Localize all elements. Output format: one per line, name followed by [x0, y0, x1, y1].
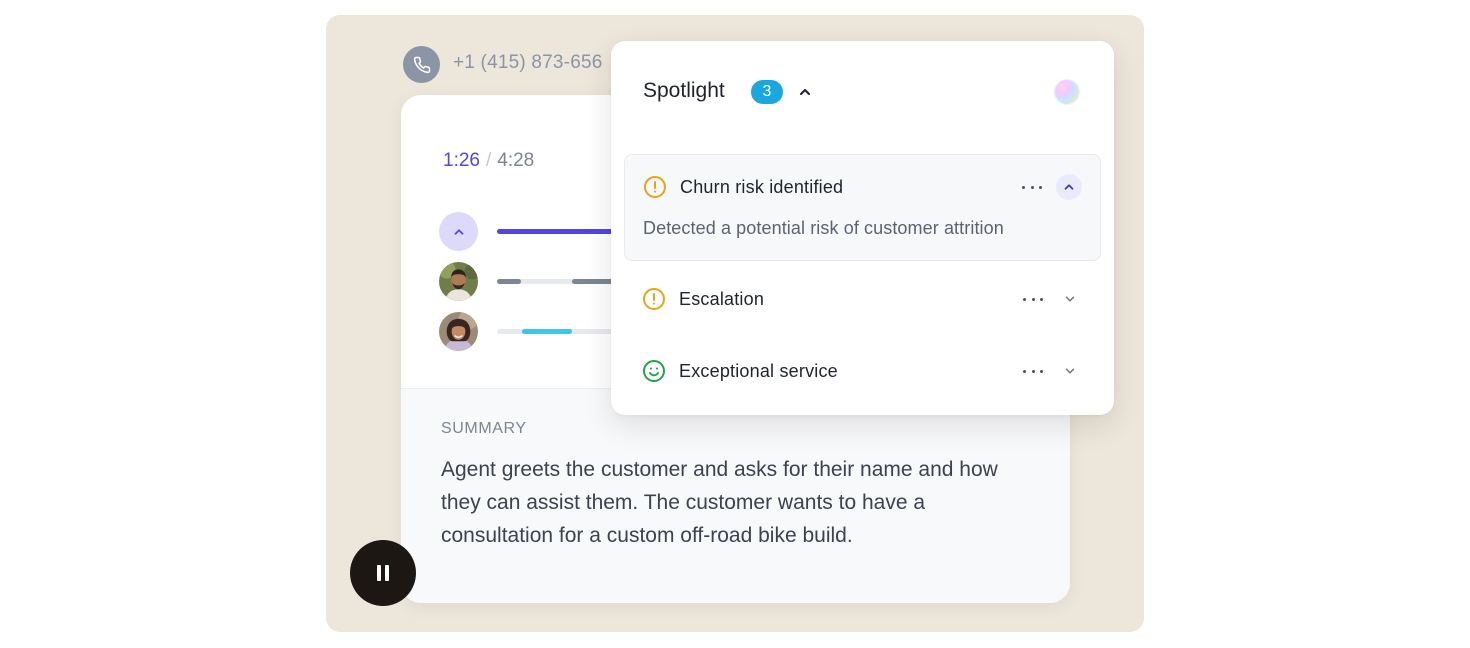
smile-icon: [643, 360, 665, 382]
expand-item-button[interactable]: [1057, 286, 1083, 312]
phone-icon: [403, 46, 440, 83]
chevron-up-icon: [454, 228, 463, 235]
chevron-down-icon: [1065, 368, 1075, 374]
expand-item-button[interactable]: [1057, 358, 1083, 384]
playback-time: 1:26/4:28: [443, 150, 534, 172]
current-time: 1:26: [443, 150, 480, 171]
agent-avatar: [439, 262, 478, 301]
spotlight-item-churn-risk[interactable]: Churn risk identified Detected a potenti…: [624, 154, 1101, 261]
more-options-icon[interactable]: [1022, 179, 1042, 195]
alert-circle-icon: [644, 176, 666, 198]
spotlight-item-title: Escalation: [679, 288, 765, 309]
total-time: 4:28: [497, 150, 535, 171]
spotlight-panel: Spotlight 3 Churn risk identified Detect…: [611, 41, 1114, 415]
customer-avatar: [439, 312, 478, 351]
spotlight-item-title: Churn risk identified: [680, 176, 844, 197]
pause-button[interactable]: [350, 540, 416, 606]
chevron-up-icon: [800, 89, 810, 95]
summary-label: SUMMARY: [441, 420, 527, 437]
chevron-up-icon: [1064, 184, 1074, 190]
spotlight-count-badge: 3: [751, 80, 783, 104]
spotlight-title: Spotlight: [643, 79, 725, 102]
ai-orb-icon[interactable]: [1054, 79, 1080, 105]
collapse-tracks-button[interactable]: [439, 212, 478, 251]
spotlight-item-escalation[interactable]: Escalation: [624, 267, 1101, 333]
chevron-down-icon: [1065, 296, 1075, 302]
spotlight-item-title: Exceptional service: [679, 360, 838, 381]
pause-icon: [377, 565, 381, 581]
summary-text: Agent greets the customer and asks for t…: [441, 458, 998, 547]
spotlight-collapse-toggle[interactable]: [795, 82, 815, 102]
spotlight-item-description: Detected a potential risk of customer at…: [643, 218, 1004, 238]
more-options-icon[interactable]: [1023, 363, 1043, 379]
summary-section: SUMMARY Agent greets the customer and as…: [401, 388, 1070, 603]
customer-speech-segment: [522, 329, 572, 334]
agent-speech-segment: [497, 279, 521, 284]
more-options-icon[interactable]: [1023, 291, 1043, 307]
spotlight-item-exceptional-service[interactable]: Exceptional service: [624, 339, 1101, 405]
phone-number: +1 (415) 873-656: [453, 52, 603, 73]
time-separator: /: [485, 150, 492, 171]
collapse-item-button[interactable]: [1056, 174, 1082, 200]
alert-circle-icon: [643, 288, 665, 310]
